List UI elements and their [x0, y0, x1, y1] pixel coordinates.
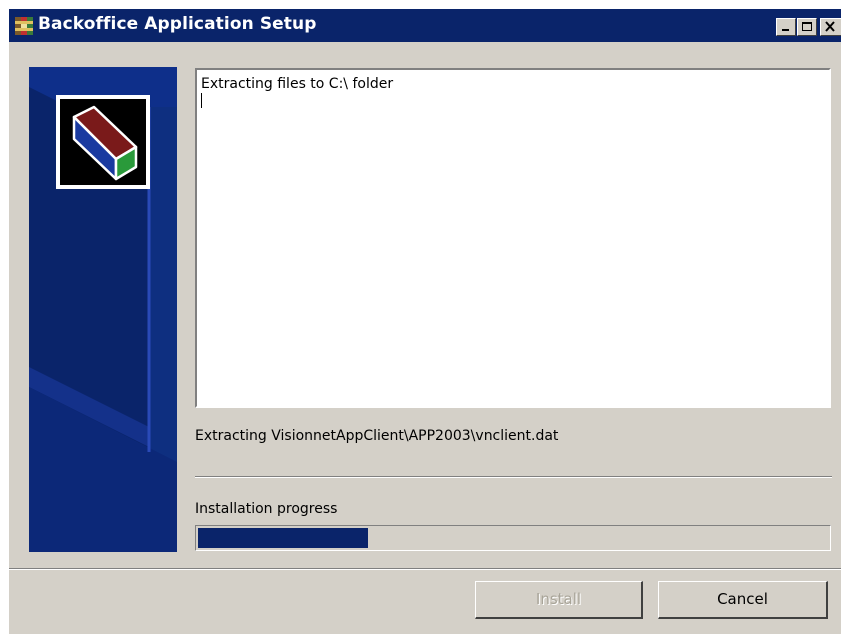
setup-window: Backoffice Application Setup Extracting … [8, 8, 841, 634]
extraction-log[interactable]: Extracting files to C:\ folder [195, 68, 831, 408]
minimize-button[interactable] [776, 18, 796, 36]
minimize-icon [782, 29, 789, 31]
installation-progress-bar [195, 525, 831, 551]
package-box-icon [72, 105, 138, 181]
window-title: Backoffice Application Setup [38, 14, 317, 34]
installer-box-icon [14, 16, 34, 36]
progress-label: Installation progress [195, 501, 338, 517]
logo-frame [56, 95, 150, 189]
text-cursor [201, 93, 202, 108]
divider [195, 476, 832, 478]
log-line: Extracting files to C:\ folder [201, 76, 394, 92]
maximize-icon [802, 22, 812, 31]
title-bar[interactable]: Backoffice Application Setup [9, 9, 841, 42]
close-icon [825, 21, 835, 32]
footer-divider [9, 568, 841, 570]
current-file-status: Extracting VisionnetAppClient\APP2003\vn… [195, 428, 559, 444]
maximize-button[interactable] [797, 18, 817, 36]
close-button[interactable] [820, 18, 841, 36]
cancel-button[interactable]: Cancel [658, 581, 828, 619]
install-button[interactable]: Install [475, 581, 643, 619]
side-banner [29, 67, 177, 552]
progress-fill [198, 528, 369, 548]
